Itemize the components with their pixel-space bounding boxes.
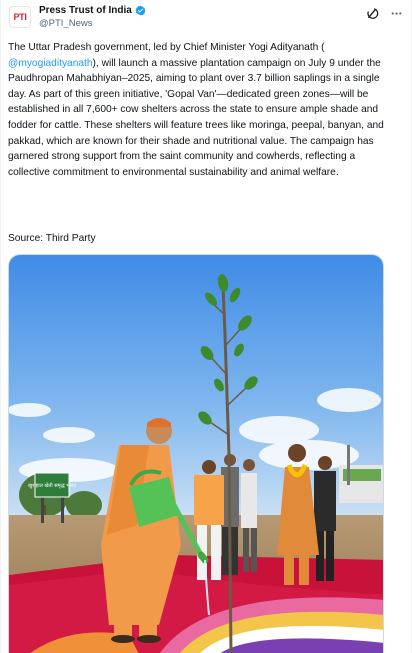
- tweet-text: The Uttar Pradesh government, led by Chi…: [8, 40, 392, 180]
- tweet-text-part: ), will launch a massive plantation camp…: [8, 57, 384, 178]
- tweet-text-part: The Uttar Pradesh government, led by Chi…: [8, 42, 325, 53]
- grok-icon[interactable]: [365, 6, 379, 20]
- author-display-name[interactable]: Press Trust of India: [39, 4, 132, 17]
- sign-board-text: खुशहाल खेती समृद्ध भारत: [28, 482, 76, 489]
- tweet-source: Source: Third Party: [8, 233, 96, 244]
- more-options-icon[interactable]: [389, 6, 403, 20]
- author-avatar[interactable]: PTI: [9, 6, 31, 28]
- mention-link[interactable]: @myogiadityanath: [8, 58, 93, 69]
- tweet-media-photo[interactable]: खुशहाल खेती समृद्ध भारत: [8, 254, 384, 653]
- verified-badge-icon: [135, 5, 146, 16]
- author-names: Press Trust of India @PTI_News: [39, 4, 146, 30]
- tweet-card: PTI Press Trust of India @PTI_News The U…: [0, 0, 412, 653]
- author-handle[interactable]: @PTI_News: [39, 17, 146, 30]
- header-actions: [365, 6, 403, 20]
- tweet-header: PTI Press Trust of India @PTI_News: [9, 4, 403, 30]
- photo-illustration: खुशहाल खेती समृद्ध भारत: [9, 255, 383, 653]
- author-name-row: Press Trust of India: [39, 4, 146, 17]
- pole: [347, 445, 350, 485]
